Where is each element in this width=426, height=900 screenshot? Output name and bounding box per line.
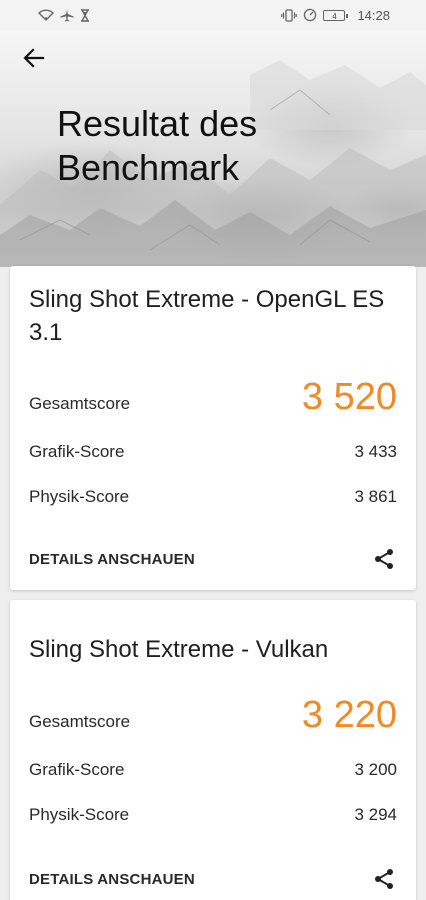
airplane-icon <box>60 9 74 22</box>
graphics-score-value: 3 200 <box>354 760 397 779</box>
benchmark-result-screen: 4 14:28 Resultat des Benchmark Sling Sho… <box>0 0 426 900</box>
card-actions: DETAILS ANSCHAUEN <box>29 866 397 892</box>
physics-score-label: Physik-Score <box>29 805 130 824</box>
graphics-score-row: Grafik-Score 3 433 <box>29 442 397 462</box>
hourglass-icon <box>80 8 90 22</box>
share-icon <box>375 549 393 569</box>
graphics-score-label: Grafik-Score <box>29 442 125 461</box>
total-score-label: Gesamtscore <box>29 712 131 731</box>
card-actions: DETAILS ANSCHAUEN <box>29 546 397 572</box>
total-score-row: Gesamtscore 3 220 <box>29 694 397 737</box>
vibrate-icon <box>281 8 298 22</box>
result-card-opengl: Sling Shot Extreme - OpenGL ES 3.1 Gesam… <box>10 266 416 590</box>
total-score-value: 3 520 <box>301 376 397 418</box>
card-title: Sling Shot Extreme - Vulkan <box>29 636 329 663</box>
physics-score-row: Physik-Score 3 861 <box>29 487 397 507</box>
total-score-row: Gesamtscore 3 520 <box>29 376 397 419</box>
total-score-label: Gesamtscore <box>29 394 131 413</box>
battery-level: 4 <box>332 11 337 21</box>
header: Resultat des Benchmark <box>0 30 426 267</box>
details-button[interactable]: DETAILS ANSCHAUEN <box>29 551 195 568</box>
card-title: Sling Shot Extreme - OpenGL ES 3.1 <box>29 286 385 346</box>
status-time: 14:28 <box>357 7 390 23</box>
share-button[interactable] <box>371 866 397 892</box>
physics-score-label: Physik-Score <box>29 487 130 506</box>
battery-indicator: 4 <box>323 9 349 21</box>
result-card-vulkan: Sling Shot Extreme - Vulkan Gesamtscore … <box>10 600 416 900</box>
data-saver-icon <box>303 8 317 22</box>
physics-score-value: 3 861 <box>354 487 397 506</box>
back-button[interactable] <box>18 44 50 72</box>
status-bar: 4 14:28 <box>0 0 426 30</box>
arrow-left-icon <box>23 48 45 68</box>
graphics-score-value: 3 433 <box>354 442 397 461</box>
physics-score-value: 3 294 <box>354 805 397 824</box>
page-title: Resultat des Benchmark <box>57 103 258 188</box>
physics-score-row: Physik-Score 3 294 <box>29 805 397 825</box>
share-icon <box>375 869 393 889</box>
status-right-icons: 4 14:28 <box>281 8 390 23</box>
details-button[interactable]: DETAILS ANSCHAUEN <box>29 871 195 888</box>
share-button[interactable] <box>371 546 397 572</box>
wifi-icon <box>38 9 54 21</box>
status-left-icons <box>38 8 90 22</box>
graphics-score-label: Grafik-Score <box>29 760 125 779</box>
total-score-value: 3 220 <box>301 694 397 736</box>
graphics-score-row: Grafik-Score 3 200 <box>29 760 397 780</box>
